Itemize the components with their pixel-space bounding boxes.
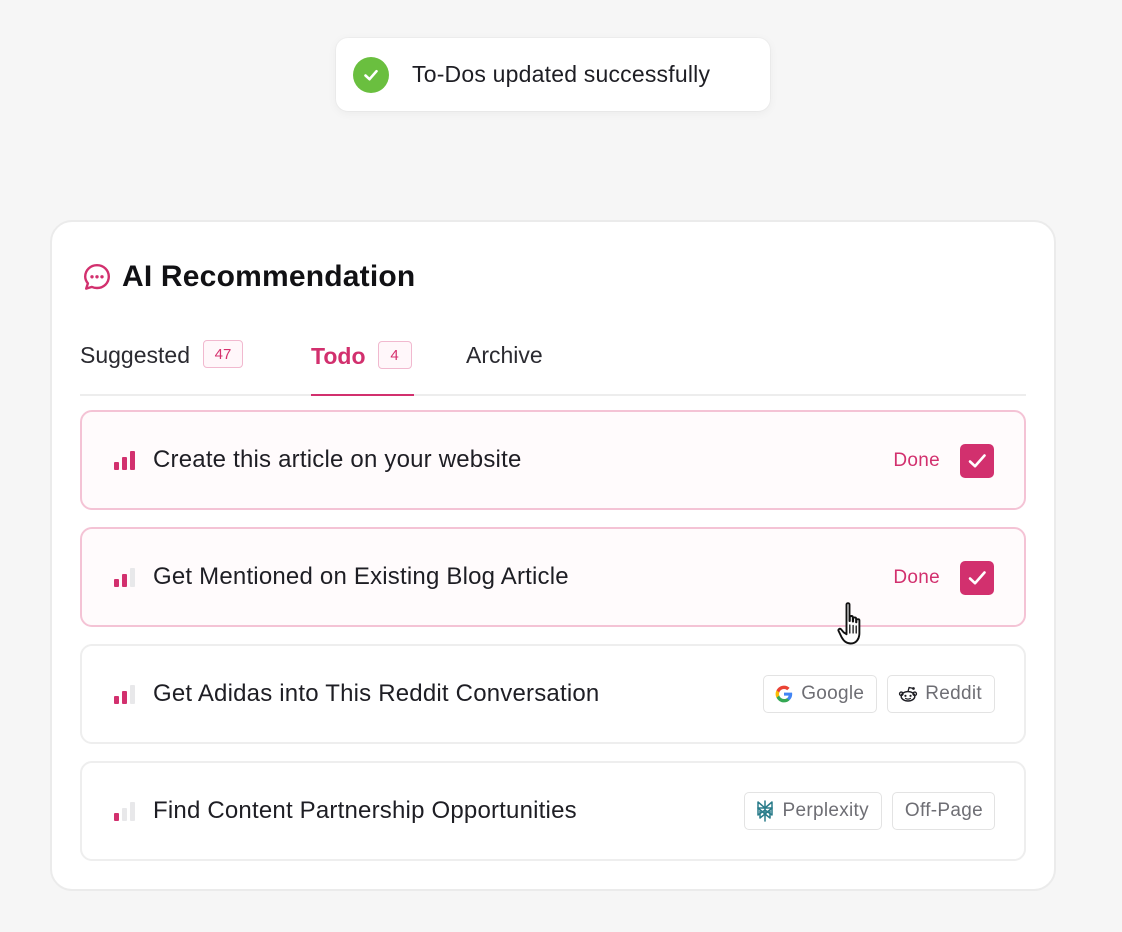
done-label: Done <box>893 450 940 471</box>
tag-label: Perplexity <box>782 800 869 821</box>
check-circle-icon <box>353 56 389 93</box>
checkmark-icon <box>968 571 986 585</box>
toast-message: To-Dos updated successfully <box>412 61 711 87</box>
tab-count-badge: 47 <box>202 340 243 368</box>
toast-notification: To-Dos updated successfully <box>336 38 770 111</box>
todo-item[interactable]: Create this article on your website Done <box>80 410 1026 510</box>
tab-count-badge: 4 <box>377 341 412 369</box>
priority-bars-icon <box>114 684 138 704</box>
tab-bar: Suggested 47 Todo 4 Archive <box>80 332 1026 396</box>
priority-bars-icon <box>114 801 138 821</box>
todo-item-title: Get Mentioned on Existing Blog Article <box>153 563 569 590</box>
perplexity-icon <box>755 800 775 822</box>
tag-label: Google <box>801 683 865 704</box>
tab-todo[interactable]: Todo 4 <box>311 332 414 396</box>
done-group: Done <box>893 444 994 478</box>
tag-label: Reddit <box>925 683 982 704</box>
todo-item[interactable]: Get Adidas into This Reddit Conversation… <box>80 644 1026 744</box>
chat-bubble-icon <box>84 264 110 290</box>
card-header: AI Recommendation <box>82 260 415 294</box>
tab-suggested[interactable]: Suggested 47 <box>80 332 243 394</box>
todo-item-title: Create this article on your website <box>153 446 522 473</box>
reddit-icon <box>898 684 918 704</box>
priority-bars-icon <box>114 567 138 587</box>
tab-archive[interactable]: Archive <box>466 332 543 394</box>
checkmark-icon <box>968 454 986 468</box>
tag-reddit: Reddit <box>887 675 995 713</box>
tag-perplexity: Perplexity <box>744 792 882 830</box>
tag-list: Google Reddit <box>753 675 995 713</box>
todo-item-title: Get Adidas into This Reddit Conversation <box>153 680 600 707</box>
tag-list: Perplexity Off-Page <box>734 792 995 830</box>
todo-item-title: Find Content Partnership Opportunities <box>153 797 577 824</box>
card-title: AI Recommendation <box>122 260 416 293</box>
tag-google: Google <box>763 675 878 713</box>
tab-label: Todo <box>311 343 366 369</box>
hand-cursor-icon <box>837 602 861 645</box>
todo-item[interactable]: Get Mentioned on Existing Blog Article D… <box>80 527 1026 627</box>
tab-label: Archive <box>466 342 543 368</box>
tag-off-page: Off-Page <box>891 792 995 830</box>
priority-bars-icon <box>114 450 138 470</box>
done-checkbox[interactable] <box>960 561 994 595</box>
tab-label: Suggested <box>80 342 190 368</box>
done-label: Done <box>893 567 940 588</box>
done-group: Done <box>893 561 994 595</box>
done-checkbox[interactable] <box>960 444 994 478</box>
tag-label: Off-Page <box>904 800 983 821</box>
google-icon <box>774 684 794 704</box>
todo-item[interactable]: Find Content Partnership Opportunities P… <box>80 761 1026 861</box>
ai-recommendation-card: AI Recommendation Suggested 47 Todo 4 Ar… <box>50 220 1056 891</box>
